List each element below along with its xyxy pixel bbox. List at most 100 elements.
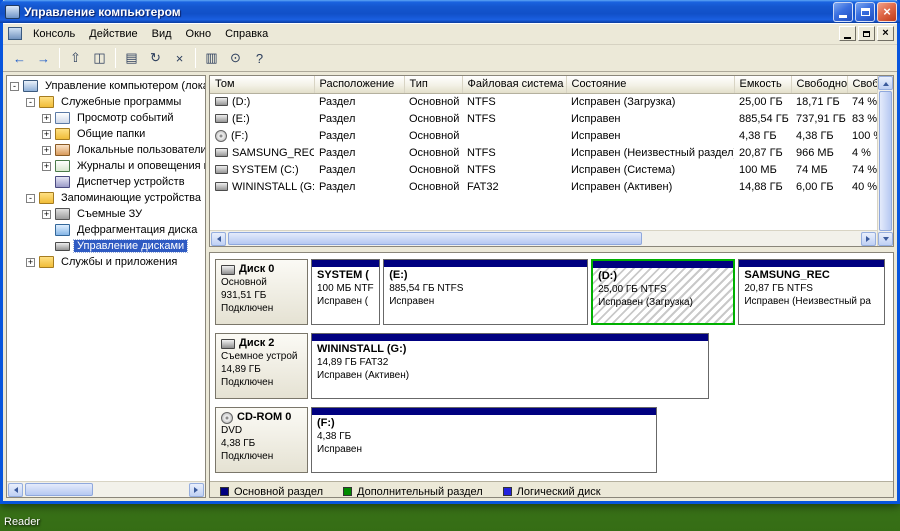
tree-item-label: Общие папки <box>74 128 148 140</box>
expand-icon[interactable]: + <box>42 146 51 155</box>
column-header-layout[interactable]: Расположение <box>314 76 404 93</box>
cell-status: Исправен (Загрузка) <box>566 93 734 110</box>
mdi-minimize-button[interactable] <box>839 26 856 41</box>
export-list-button[interactable]: ▥ <box>200 47 223 69</box>
cdrom-row-0: CD-ROM 0 DVD 4,38 ГБ Подключен (F:) 4,38… <box>215 407 888 473</box>
scroll-left-button[interactable] <box>8 483 23 497</box>
column-header-capacity[interactable]: Емкость <box>734 76 791 93</box>
volume-row-e[interactable]: (E:) Раздел Основной NTFS Исправен 885,5… <box>210 110 877 127</box>
forward-button[interactable]: → <box>32 47 55 69</box>
mdi-restore-button[interactable] <box>858 26 875 41</box>
partition-status: Исправен <box>389 295 582 308</box>
disk-2-label[interactable]: Диск 2 Съемное устрой 14,89 ГБ Подключен <box>215 333 308 399</box>
toolbar-separator <box>115 48 116 68</box>
cell-layout: Раздел <box>314 178 404 195</box>
menu-console[interactable]: Консоль <box>26 25 82 43</box>
menu-help[interactable]: Справка <box>218 25 275 43</box>
disk-0-label[interactable]: Диск 0 Основной 931,51 ГБ Подключен <box>215 259 308 325</box>
collapse-icon[interactable]: - <box>26 98 35 107</box>
show-tree-button[interactable]: ◫ <box>88 47 111 69</box>
refresh-button[interactable]: ↻ <box>144 47 167 69</box>
column-header-status[interactable]: Состояние <box>566 76 734 93</box>
back-button[interactable]: ← <box>8 47 31 69</box>
partition-d-selected[interactable]: (D:) 25,00 ГБ NTFS Исправен (Загрузка) <box>591 259 735 325</box>
expand-icon[interactable]: + <box>42 130 51 139</box>
tree-item-event-viewer[interactable]: + Просмотр событий <box>7 110 205 126</box>
list-horizontal-scrollbar[interactable] <box>210 230 877 246</box>
scrollbar-thumb[interactable] <box>228 232 642 245</box>
tree-item-local-users[interactable]: + Локальные пользователи <box>7 142 205 158</box>
scrollbar-thumb[interactable] <box>879 91 892 231</box>
tree-item-label: Журналы и оповещения пр <box>74 160 205 172</box>
volume-row-samsung-rec[interactable]: SAMSUNG_REC Раздел Основной NTFS Исправе… <box>210 144 877 161</box>
expand-icon[interactable]: + <box>42 114 51 123</box>
collapse-icon[interactable]: - <box>10 82 19 91</box>
menu-window[interactable]: Окно <box>179 25 219 43</box>
tree-item-system-tools[interactable]: - Служебные программы <box>7 94 205 110</box>
cell-type: Основной <box>404 144 462 161</box>
partition-samsung-rec[interactable]: SAMSUNG_REC 20,87 ГБ NTFS Исправен (Неиз… <box>738 259 885 325</box>
scroll-right-button[interactable] <box>189 483 204 497</box>
restore-icon <box>863 31 870 37</box>
column-header-filesystem[interactable]: Файловая система <box>462 76 566 93</box>
scrollbar-thumb[interactable] <box>25 483 93 496</box>
maximize-button[interactable] <box>855 2 875 22</box>
column-header-free[interactable]: Свободно <box>791 76 847 93</box>
disk-name: CD-ROM 0 <box>237 411 291 424</box>
expand-icon[interactable]: + <box>26 258 35 267</box>
volume-icon <box>215 114 228 123</box>
volume-row-d[interactable]: (D:) Раздел Основной NTFS Исправен (Загр… <box>210 93 877 110</box>
partition-system[interactable]: SYSTEM ( 100 МБ NTF Исправен ( <box>311 259 380 325</box>
scroll-right-button[interactable] <box>861 232 876 246</box>
list-vertical-scrollbar[interactable] <box>877 76 893 246</box>
tree-item-label: Запоминающие устройства <box>58 192 204 204</box>
volume-row-system-c[interactable]: SYSTEM (C:) Раздел Основной NTFS Исправе… <box>210 161 877 178</box>
tree-item-device-manager[interactable]: Диспетчер устройств <box>7 174 205 190</box>
tree-item-label: Управление дисками <box>74 240 187 252</box>
mdi-close-button[interactable]: × <box>877 26 894 41</box>
menu-action[interactable]: Действие <box>82 25 144 43</box>
column-header-volume[interactable]: Том <box>210 76 314 93</box>
menu-view[interactable]: Вид <box>145 25 179 43</box>
scroll-up-button[interactable] <box>878 76 893 90</box>
console-content: - Управление компьютером (локал - Служеб… <box>3 72 897 501</box>
close-button[interactable]: × <box>877 2 897 22</box>
partition-e[interactable]: (E:) 885,54 ГБ NTFS Исправен <box>383 259 588 325</box>
scroll-down-button[interactable] <box>878 232 893 246</box>
help-button[interactable]: ? <box>248 47 271 69</box>
cdrom-0-label[interactable]: CD-ROM 0 DVD 4,38 ГБ Подключен <box>215 407 308 473</box>
partition-title: SYSTEM ( <box>317 269 374 282</box>
partition-status: Исправен ( <box>317 295 374 308</box>
tree-item-label: Просмотр событий <box>74 112 177 124</box>
properties-button[interactable]: ▤ <box>120 47 143 69</box>
partition-wininstall-g[interactable]: WININSTALL (G:) 14,89 ГБ FAT32 Исправен … <box>311 333 709 399</box>
expand-icon[interactable]: + <box>42 210 51 219</box>
minimize-button[interactable] <box>833 2 853 22</box>
tree-horizontal-scrollbar[interactable] <box>7 481 205 497</box>
column-header-type[interactable]: Тип <box>404 76 462 93</box>
up-button[interactable]: ⇧ <box>64 47 87 69</box>
delete-button[interactable]: × <box>168 47 191 69</box>
scroll-left-button[interactable] <box>211 232 226 246</box>
title-bar[interactable]: Управление компьютером × <box>0 0 900 23</box>
partition-f-dvd[interactable]: (F:) 4,38 ГБ Исправен <box>311 407 657 473</box>
column-header-free-pct[interactable]: Своб <box>847 76 877 93</box>
tree-item-disk-defragmenter[interactable]: Дефрагментация диска <box>7 222 205 238</box>
zoom-button[interactable]: ⊙ <box>224 47 247 69</box>
tree-item-services-applications[interactable]: + Службы и приложения <box>7 254 205 270</box>
tree-item-storage[interactable]: - Запоминающие устройства <box>7 190 205 206</box>
tree-item-removable-storage[interactable]: + Съемные ЗУ <box>7 206 205 222</box>
console-tree: - Управление компьютером (локал - Служеб… <box>7 76 205 481</box>
volume-row-wininstall-g[interactable]: WININSTALL (G:) Раздел Основной FAT32 Ис… <box>210 178 877 195</box>
tree-item-shared-folders[interactable]: + Общие папки <box>7 126 205 142</box>
primary-partition-swatch <box>220 487 229 496</box>
tree-item-computer-management[interactable]: - Управление компьютером (локал <box>7 78 205 94</box>
volume-row-f[interactable]: (F:) Раздел Основной Исправен 4,38 ГБ 4,… <box>210 127 877 144</box>
console-window-icon[interactable] <box>8 27 22 40</box>
expand-icon[interactable]: + <box>42 162 51 171</box>
tree-item-disk-management[interactable]: Управление дисками <box>7 238 205 254</box>
device-manager-icon <box>55 176 70 188</box>
desktop-icon-label[interactable]: Reader <box>4 516 40 528</box>
collapse-icon[interactable]: - <box>26 194 35 203</box>
tree-item-performance-logs[interactable]: + Журналы и оповещения пр <box>7 158 205 174</box>
